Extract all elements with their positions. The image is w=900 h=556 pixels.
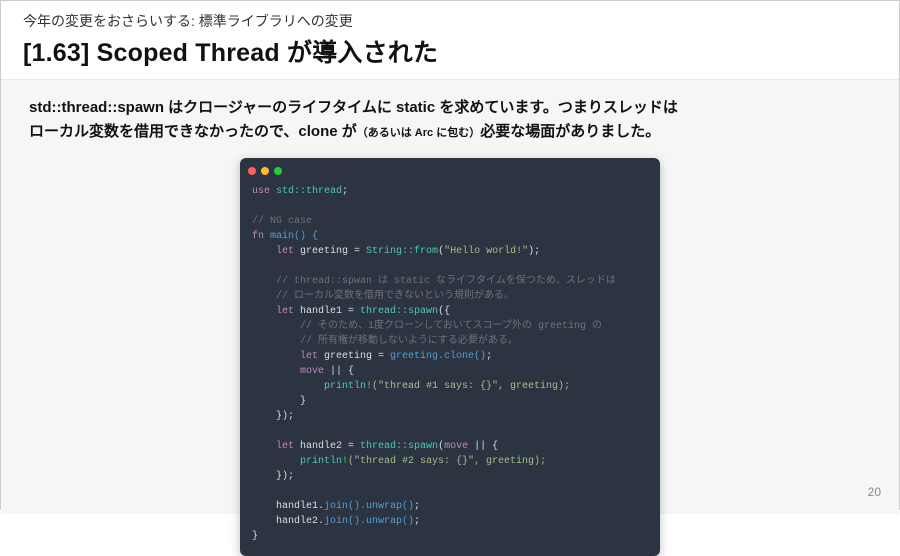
code-token: greeting.clone() <box>390 351 486 362</box>
code-macro: println! <box>300 456 348 467</box>
code-token: || { <box>324 366 354 377</box>
code-token: fn <box>252 231 264 242</box>
slide-body: std::thread::spawn はクロージャーのライフタイムに stati… <box>1 80 899 514</box>
code-token: greeting = <box>318 351 390 362</box>
desc-inline-note: （あるいは Arc に包む） <box>357 127 480 139</box>
code-token: String::from <box>366 246 438 257</box>
code-token: } <box>300 396 306 407</box>
code-token: ; <box>414 501 420 512</box>
code-token: handle2 = <box>294 441 360 452</box>
minimize-icon <box>261 167 269 175</box>
code-comment: // ローカル変数を借用できないという規則がある。 <box>276 291 514 302</box>
slide-title: [1.63] Scoped Thread が導入された <box>23 33 877 69</box>
code-token: main() { <box>264 231 318 242</box>
code-window: use std::thread; // NG case fn main() { … <box>240 158 660 556</box>
code-comment: // 所有権が移動しないようにする必要がある。 <box>300 336 518 347</box>
code-token: }); <box>276 471 294 482</box>
desc-line2b: 必要な場面がありました。 <box>480 123 660 140</box>
code-token: } <box>252 531 258 542</box>
code-token: ; <box>342 186 348 197</box>
slide-subtitle: 今年の変更をおさらいする: 標準ライブラリへの変更 <box>23 11 877 31</box>
code-token: ); <box>528 246 540 257</box>
window-controls <box>240 158 660 178</box>
code-token: handle1 = <box>294 306 360 317</box>
code-token: thread::spawn <box>360 306 438 317</box>
slide: 今年の変更をおさらいする: 標準ライブラリへの変更 [1.63] Scoped … <box>0 0 900 510</box>
code-token: std::thread <box>270 186 342 197</box>
code-token: let <box>276 441 294 452</box>
code-token: let <box>276 246 294 257</box>
page-number: 20 <box>868 485 881 499</box>
code-token: ("thread #1 says: {}", greeting); <box>372 381 570 392</box>
code-string: "Hello world!" <box>444 246 528 257</box>
close-icon <box>248 167 256 175</box>
code-block: use std::thread; // NG case fn main() { … <box>240 178 660 556</box>
slide-header: 今年の変更をおさらいする: 標準ライブラリへの変更 [1.63] Scoped … <box>1 1 899 80</box>
code-token: let <box>300 351 318 362</box>
maximize-icon <box>274 167 282 175</box>
code-token: thread::spawn <box>360 441 438 452</box>
code-token: ("thread #2 says: {}", greeting); <box>348 456 546 467</box>
code-token: join().unwrap() <box>324 501 414 512</box>
description: std::thread::spawn はクロージャーのライフタイムに stati… <box>29 96 871 144</box>
code-macro: println! <box>324 381 372 392</box>
code-token: || { <box>468 441 498 452</box>
code-token: greeting = <box>294 246 366 257</box>
code-token: let <box>276 306 294 317</box>
code-comment: // そのため、1度クローンしておいてスコープ外の greeting の <box>300 321 602 332</box>
desc-line2a: ローカル変数を借用できなかったので、clone が <box>29 123 357 140</box>
code-token: use <box>252 186 270 197</box>
code-token: move <box>300 366 324 377</box>
desc-line1: std::thread::spawn はクロージャーのライフタイムに stati… <box>29 99 678 116</box>
code-token: join().unwrap() <box>324 516 414 527</box>
code-token: ; <box>414 516 420 527</box>
code-token: handle1. <box>276 501 324 512</box>
code-token: }); <box>276 411 294 422</box>
code-token: ({ <box>438 306 450 317</box>
code-token: move <box>444 441 468 452</box>
code-comment: // thread::spwan は static なライフタイムを保つため、ス… <box>276 276 616 287</box>
code-token: handle2. <box>276 516 324 527</box>
code-token: ; <box>486 351 492 362</box>
code-comment: // NG case <box>252 216 312 227</box>
